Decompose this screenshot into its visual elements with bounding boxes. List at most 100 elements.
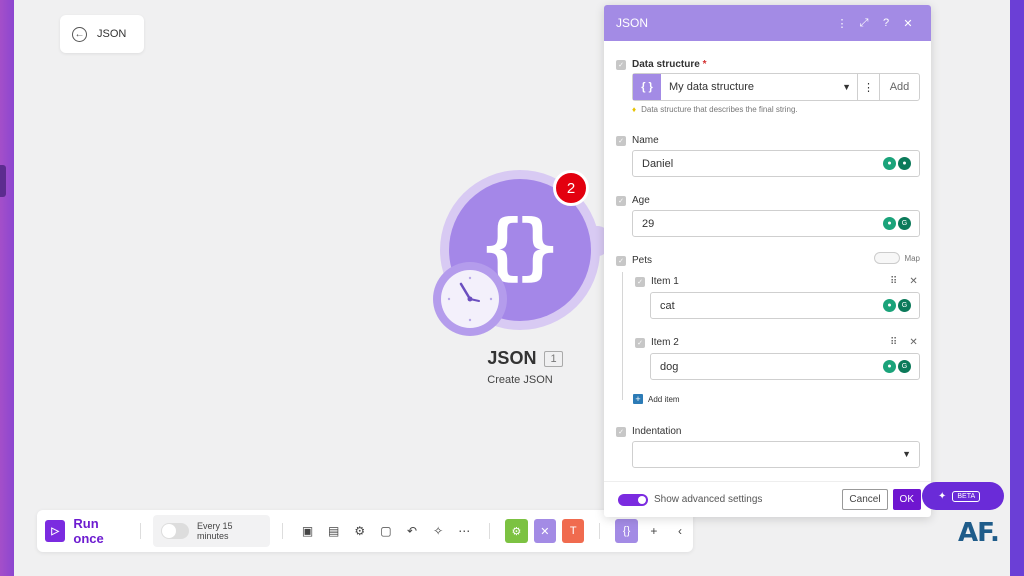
data-structure-select[interactable]: My data structure ▼ (661, 81, 857, 93)
add-item-button[interactable]: + Add item (633, 394, 680, 404)
sidebar-collapse-handle[interactable] (0, 165, 6, 197)
grammarly-icon[interactable]: G (898, 360, 911, 373)
name-field[interactable]: Daniel ● ● (632, 150, 920, 177)
grammarly-icon[interactable]: ● (898, 157, 911, 170)
advanced-settings-toggle[interactable] (618, 493, 648, 506)
grammarly-icon[interactable]: G (898, 217, 911, 230)
play-icon: ▷ (45, 520, 66, 542)
chevron-left-icon[interactable]: ‹ (667, 517, 693, 545)
cancel-button[interactable]: Cancel (842, 489, 888, 510)
help-icon[interactable]: ? (875, 17, 897, 29)
item-1-field[interactable]: cat ● G (650, 292, 920, 319)
collapse-checkbox[interactable]: ✓ (616, 60, 626, 70)
field-icons: ● ● (883, 157, 911, 170)
magic-wand-icon[interactable]: ✧ (425, 517, 451, 545)
location-pin-icon[interactable]: ● (883, 217, 896, 230)
name-label: Name (632, 135, 659, 146)
toolbar-divider (599, 523, 601, 539)
more-icon[interactable]: ⋯ (451, 517, 477, 545)
module-name: JSON (487, 348, 537, 368)
data-structure-hint: ♦ Data structure that describes the final… (632, 105, 798, 114)
json-module-button[interactable]: {} (615, 519, 638, 543)
back-chip-label: JSON (97, 28, 127, 40)
add-item-label: Add item (648, 394, 680, 404)
location-pin-icon[interactable]: ● (883, 360, 896, 373)
item-1-value: cat (660, 299, 675, 312)
braces-icon: { } (633, 74, 661, 100)
item-2-field[interactable]: dog ● G (650, 353, 920, 380)
operations-count-badge[interactable]: 2 (553, 170, 589, 206)
data-structure-field: { } My data structure ▼ ⋮ Add (632, 73, 920, 101)
run-once-label: Run once (73, 516, 104, 546)
field-icons: ● G (883, 217, 911, 230)
ok-button[interactable]: OK (892, 489, 921, 510)
advanced-settings-label: Show advanced settings (654, 494, 763, 505)
map-label: Map (904, 253, 920, 263)
item-2-value: dog (660, 360, 679, 373)
schedule-label: Every 15 minutes (197, 521, 233, 541)
data-structure-label: Data structure * (632, 59, 707, 70)
location-pin-icon[interactable]: ● (883, 299, 896, 312)
module-number: 1 (544, 350, 563, 367)
collapse-checkbox[interactable]: ✓ (635, 338, 645, 348)
field-icons: ● G (883, 360, 911, 373)
panel-footer: Show advanced settings Cancel OK (604, 481, 931, 517)
map-switch[interactable] (874, 252, 901, 264)
toolbar-divider (281, 523, 283, 539)
data-structure-more-button[interactable]: ⋮ (857, 74, 879, 100)
collapse-checkbox[interactable]: ✓ (616, 136, 626, 146)
item-1-tools: ⠿ ✕ (890, 276, 918, 287)
drag-handle-icon[interactable]: ⠿ (890, 337, 897, 348)
data-structure-add-button[interactable]: Add (879, 74, 919, 100)
data-structure-value: My data structure (669, 81, 754, 93)
age-field[interactable]: 29 ● G (632, 210, 920, 237)
layout-icon[interactable]: ▤ (321, 517, 347, 545)
tree-line (622, 272, 623, 400)
remove-item-icon[interactable]: ✕ (909, 337, 917, 348)
drag-handle-icon[interactable]: ⠿ (890, 276, 897, 287)
note-icon[interactable]: ▢ (373, 517, 399, 545)
flow-control-button[interactable]: ✕ (533, 519, 557, 543)
clock-icon (441, 270, 499, 328)
settings-icon[interactable]: ⚙ (347, 517, 373, 545)
pets-label: Pets (632, 255, 653, 266)
item-2-label: Item 2 (651, 337, 679, 348)
collapse-checkbox[interactable]: ✓ (635, 277, 645, 287)
module-settings-panel: JSON ⋮ ⤢ ? ✕ ✓ Data structure * { } My d… (604, 5, 931, 517)
toolbar-divider (140, 523, 142, 539)
schedule-toggle-group[interactable]: Every 15 minutes (153, 515, 270, 547)
sparkle-icon: ✦ (938, 490, 947, 502)
location-pin-icon[interactable]: ● (883, 157, 896, 170)
remove-item-icon[interactable]: ✕ (909, 276, 917, 287)
add-module-icon[interactable]: + (641, 517, 667, 545)
undo-icon[interactable]: ↶ (399, 517, 425, 545)
collapse-checkbox[interactable]: ✓ (616, 256, 626, 266)
schedule-clock-button[interactable] (433, 262, 507, 336)
indentation-select[interactable]: ▼ (632, 441, 920, 468)
arrow-left-icon: ← (72, 26, 87, 42)
field-icons: ● G (883, 299, 911, 312)
age-value: 29 (642, 217, 655, 230)
module-subtitle: Create JSON (487, 374, 553, 386)
grammarly-icon[interactable]: G (898, 299, 911, 312)
tools-button[interactable]: ⚙ (505, 519, 528, 543)
text-parser-button[interactable]: T (562, 519, 585, 543)
scenario-toolbar: ▷ Run once Every 15 minutes ▣ ▤ ⚙ ▢ ↶ ✧ … (37, 510, 693, 552)
schedule-toggle[interactable] (161, 523, 190, 539)
plus-icon: + (633, 394, 643, 404)
collapse-checkbox[interactable]: ✓ (616, 427, 626, 437)
item-1-label: Item 1 (651, 276, 679, 287)
module-title: JSON 1 (470, 348, 580, 369)
back-to-scenario-button[interactable]: ← JSON (60, 15, 144, 53)
watermark-logo: AF. (958, 518, 1000, 548)
collapse-checkbox[interactable]: ✓ (616, 196, 626, 206)
expand-icon[interactable]: ⤢ (853, 17, 875, 30)
save-icon[interactable]: ▣ (294, 517, 320, 545)
close-icon[interactable]: ✕ (897, 17, 919, 30)
indentation-label: Indentation (632, 426, 682, 437)
ai-assistant-button[interactable]: ✦ BETA (922, 482, 1004, 510)
more-vertical-icon[interactable]: ⋮ (831, 17, 853, 30)
toolbar-divider (489, 523, 491, 539)
map-toggle[interactable]: Map (874, 252, 920, 264)
run-once-button[interactable]: ▷ Run once (45, 516, 128, 546)
